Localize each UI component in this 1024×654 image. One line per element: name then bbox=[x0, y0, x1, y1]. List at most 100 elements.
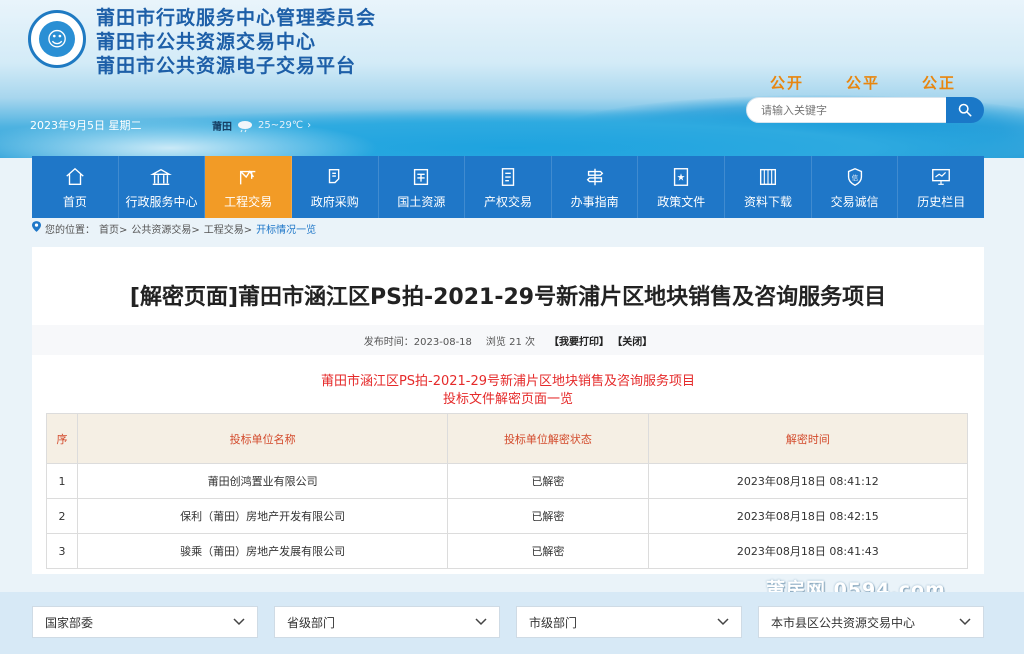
sub-title: 莆田市涵江区PS拍-2021-29号新浦片区地块销售及咨询服务项目 投标文件解密… bbox=[32, 373, 984, 409]
select-county-trading-centers[interactable]: 本市县区公共资源交易中心 bbox=[758, 606, 984, 638]
org-name-1: 莆田市行政服务中心管理委员会 bbox=[96, 7, 377, 29]
shield-icon: 信 bbox=[847, 167, 862, 186]
slogan-open: 公开 bbox=[770, 74, 805, 92]
cell-time: 2023年08月18日 08:42:15 bbox=[647, 498, 969, 534]
select-label: 本市县区公共资源交易中心 bbox=[771, 615, 916, 630]
slogans: 公开 公平 公正 bbox=[770, 72, 956, 93]
sub-title-project: 莆田市涵江区PS拍-2021-29号新浦片区地块销售及咨询服务项目 bbox=[320, 374, 696, 389]
search-input[interactable] bbox=[746, 97, 956, 123]
breadcrumb-current[interactable]: 开标情况一览 bbox=[256, 221, 316, 236]
search-box bbox=[746, 97, 984, 123]
nav-item-credit[interactable]: 信 交易诚信 bbox=[812, 156, 899, 218]
chevron-down-icon bbox=[717, 618, 729, 626]
nav-item-download[interactable]: 资料下载 bbox=[725, 156, 812, 218]
weather-city: 莆田 bbox=[212, 122, 232, 133]
org-name-3: 莆田市公共资源电子交易平台 bbox=[96, 55, 357, 77]
weather: 莆田 25~29℃ › bbox=[212, 118, 311, 133]
chevron-down-icon bbox=[233, 618, 245, 626]
breadcrumb-home[interactable]: 首页> bbox=[99, 221, 127, 236]
cell-time: 2023年08月18日 08:41:43 bbox=[647, 533, 969, 569]
chevron-down-icon bbox=[959, 618, 971, 626]
weather-more[interactable]: › bbox=[307, 120, 311, 131]
org-names: 莆田市行政服务中心管理委员会 莆田市公共资源交易中心 莆田市公共资源电子交易平台 bbox=[96, 6, 376, 78]
slogan-fair: 公平 bbox=[846, 74, 881, 92]
nav-label: 政府采购 bbox=[310, 194, 359, 209]
nav-label: 首页 bbox=[62, 194, 87, 209]
nav-label: 交易诚信 bbox=[830, 194, 879, 209]
table-row: 1 莆田创鸿置业有限公司 已解密 2023年08月18日 08:41:12 bbox=[46, 463, 969, 499]
chevron-down-icon bbox=[475, 618, 487, 626]
select-national-ministries[interactable]: 国家部委 bbox=[32, 606, 258, 638]
select-label: 国家部委 bbox=[45, 615, 94, 630]
breadcrumb-public-resource[interactable]: 公共资源交易> bbox=[131, 221, 199, 236]
land-icon bbox=[414, 168, 429, 185]
cell-status: 已解密 bbox=[447, 498, 649, 534]
close-button[interactable]: 【关闭】 bbox=[612, 337, 652, 348]
nav-item-guide[interactable]: 办事指南 bbox=[552, 156, 639, 218]
select-city-departments[interactable]: 市级部门 bbox=[516, 606, 742, 638]
search-button[interactable] bbox=[946, 97, 984, 123]
cell-bidder: 骏乘（莆田）房地产发展有限公司 bbox=[76, 533, 449, 569]
nav-item-engineering[interactable]: 工程交易 bbox=[205, 156, 292, 218]
nav-label: 工程交易 bbox=[224, 194, 273, 209]
nav-item-service-center[interactable]: 行政服务中心 bbox=[119, 156, 206, 218]
cell-index: 2 bbox=[46, 498, 78, 534]
breadcrumb: 您的位置： 首页> 公共资源交易> 工程交易> 开标情况一览 bbox=[32, 219, 316, 237]
nav-item-policy[interactable]: 政策文件 bbox=[638, 156, 726, 218]
current-date: 2023年9月5日 星期二 bbox=[30, 119, 142, 132]
smile-logo-icon: ☺ bbox=[39, 21, 75, 57]
search-icon bbox=[958, 103, 972, 117]
cell-index: 3 bbox=[46, 533, 78, 569]
select-label: 市级部门 bbox=[529, 615, 578, 630]
home-icon bbox=[66, 167, 84, 185]
article-meta: 发布时间：2023-08-18 浏览 21 次 【我要打印】 【关闭】 bbox=[32, 325, 984, 355]
page-title: [解密页面]莆田市涵江区PS拍-2021-29号新浦片区地块销售及咨询服务项目 bbox=[129, 285, 887, 310]
cell-status: 已解密 bbox=[447, 533, 649, 569]
svg-text:信: 信 bbox=[851, 172, 858, 181]
view-count: 浏览 21 次 bbox=[485, 336, 536, 348]
location-pin-icon bbox=[32, 221, 41, 232]
main-nav: 首页 行政服务中心 工程交易 政府采购 国土资源 产权交易 办事指南 政策文件 … bbox=[32, 156, 984, 218]
print-button[interactable]: 【我要打印】 bbox=[549, 337, 609, 348]
nav-item-property[interactable]: 产权交易 bbox=[465, 156, 552, 218]
cell-index: 1 bbox=[46, 463, 78, 499]
select-provincial-departments[interactable]: 省级部门 bbox=[274, 606, 500, 638]
table-row: 2 保利（莆田）房地产开发有限公司 已解密 2023年08月18日 08:42:… bbox=[46, 498, 969, 534]
decryption-table: 序 投标单位名称 投标单位解密状态 解密时间 1 莆田创鸿置业有限公司 已解密 … bbox=[46, 413, 969, 569]
nav-item-land[interactable]: 国土资源 bbox=[379, 156, 466, 218]
logo[interactable]: ☺ bbox=[28, 10, 86, 68]
col-time: 解密时间 bbox=[647, 413, 969, 464]
cell-bidder: 莆田创鸿置业有限公司 bbox=[76, 463, 449, 499]
property-icon bbox=[501, 167, 515, 186]
cart-icon bbox=[328, 168, 340, 183]
cell-status: 已解密 bbox=[447, 463, 649, 499]
cell-time: 2023年08月18日 08:41:12 bbox=[647, 463, 969, 499]
nav-label: 产权交易 bbox=[484, 194, 533, 209]
nav-label: 政策文件 bbox=[657, 194, 706, 209]
nav-label: 行政服务中心 bbox=[125, 194, 198, 209]
cloud-rain-icon bbox=[238, 120, 252, 132]
signpost-icon bbox=[586, 168, 603, 185]
table-row: 3 骏乘（莆田）房地产发展有限公司 已解密 2023年08月18日 08:41:… bbox=[46, 533, 969, 569]
table-header-row: 序 投标单位名称 投标单位解密状态 解密时间 bbox=[46, 413, 969, 464]
col-status: 投标单位解密状态 bbox=[447, 413, 649, 464]
nav-label: 历史栏目 bbox=[917, 194, 966, 209]
sub-title-list: 投标文件解密页面一览 bbox=[442, 392, 573, 407]
cell-bidder: 保利（莆田）房地产开发有限公司 bbox=[76, 498, 449, 534]
nav-label: 资料下载 bbox=[743, 194, 792, 209]
nav-item-history[interactable]: 历史栏目 bbox=[898, 156, 984, 218]
nav-item-procurement[interactable]: 政府采购 bbox=[292, 156, 379, 218]
org-name-2: 莆田市公共资源交易中心 bbox=[96, 31, 317, 53]
col-index: 序 bbox=[46, 413, 78, 464]
breadcrumb-prefix: 您的位置： bbox=[45, 224, 95, 236]
construction-icon bbox=[240, 169, 256, 184]
breadcrumb-engineering[interactable]: 工程交易> bbox=[204, 221, 252, 236]
col-bidder: 投标单位名称 bbox=[76, 413, 449, 464]
document-icon bbox=[674, 167, 689, 186]
building-icon bbox=[150, 168, 173, 185]
publish-time: 发布时间：2023-08-18 bbox=[363, 336, 472, 348]
nav-label: 国土资源 bbox=[397, 194, 446, 209]
select-label: 省级部门 bbox=[287, 615, 336, 630]
nav-item-home[interactable]: 首页 bbox=[32, 156, 119, 218]
article-panel: [解密页面]莆田市涵江区PS拍-2021-29号新浦片区地块销售及咨询服务项目 … bbox=[32, 247, 984, 574]
